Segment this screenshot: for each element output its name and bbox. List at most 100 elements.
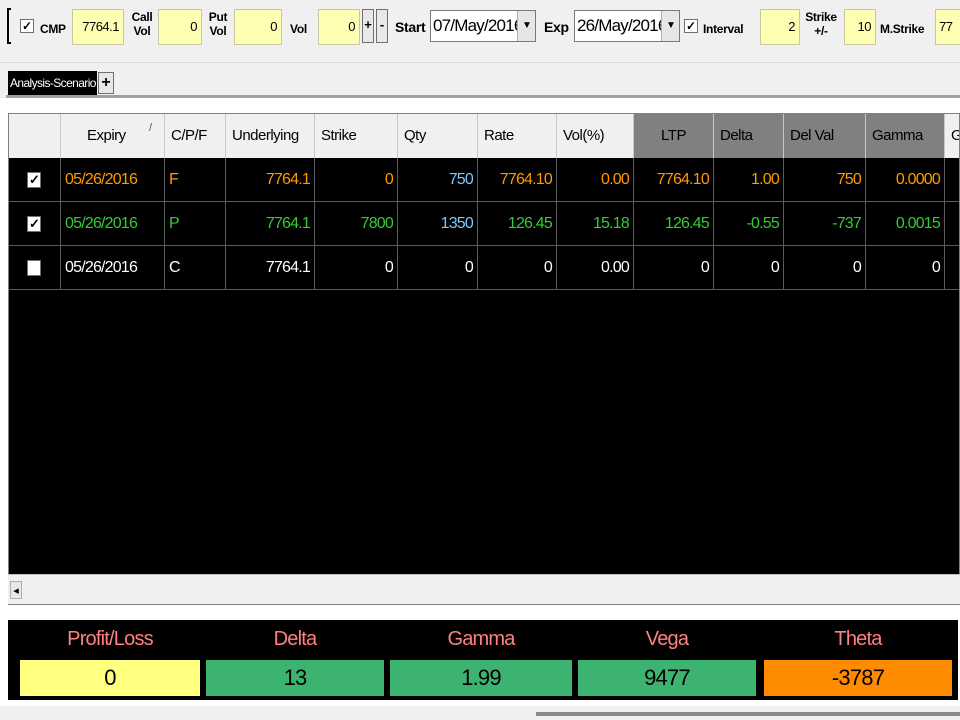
- cell-ltp[interactable]: 0: [634, 246, 714, 290]
- row-select-cell: ✓: [9, 158, 61, 202]
- cmp-input[interactable]: 7764.1: [72, 9, 124, 45]
- horizontal-scrollbar[interactable]: ◂: [8, 574, 960, 604]
- cell-del-val[interactable]: -737: [784, 202, 866, 246]
- chevron-down-icon[interactable]: ▼: [661, 11, 679, 41]
- cell-del-val[interactable]: 0: [784, 246, 866, 290]
- mstrike-input[interactable]: 77: [935, 9, 960, 45]
- cell-qty[interactable]: 1350: [398, 202, 478, 246]
- sort-marker-icon: /: [149, 122, 153, 134]
- tab-analysis-scenario[interactable]: Analysis-Scenario: [8, 71, 97, 95]
- cell-underlying[interactable]: 7764.1: [226, 158, 315, 202]
- table-row[interactable]: ✓ 05/26/2016 F 7764.1 0 750 7764.10 0.00 7764.10…: [9, 158, 959, 202]
- cell-g: [945, 202, 959, 246]
- strike-pm-input[interactable]: 10: [844, 9, 876, 45]
- interval-checkbox[interactable]: ✓: [684, 19, 698, 33]
- row-checkbox[interactable]: ✓: [27, 172, 41, 188]
- grid-header-row: Expiry / C/P/F Underlying Strike Qty Rate Vol(%…: [9, 114, 959, 158]
- put-vol-input[interactable]: 0: [234, 9, 282, 45]
- vol-plus-button[interactable]: +: [362, 9, 374, 43]
- column-header-qty[interactable]: Qty: [398, 114, 478, 158]
- cell-strike[interactable]: 7800: [315, 202, 398, 246]
- start-label: Start: [395, 19, 426, 35]
- cell-delta[interactable]: 1.00: [714, 158, 784, 202]
- summary-header-theta: Theta: [834, 628, 882, 650]
- column-header-rate[interactable]: Rate: [478, 114, 557, 158]
- chevron-down-icon[interactable]: ▼: [517, 11, 535, 41]
- cell-gamma[interactable]: 0: [866, 246, 945, 290]
- column-header-cpf[interactable]: C/P/F: [165, 114, 226, 158]
- cell-rate[interactable]: 7764.10: [478, 158, 557, 202]
- summary-header-delta: Delta: [273, 628, 318, 650]
- row-checkbox[interactable]: ✓: [27, 216, 41, 232]
- cell-g: [945, 158, 959, 202]
- positions-grid: Expiry / C/P/F Underlying Strike Qty Rate Vol(%…: [8, 113, 960, 605]
- cell-vol[interactable]: 15.18: [557, 202, 634, 246]
- cell-ltp[interactable]: 126.45: [634, 202, 714, 246]
- vol-label: Vol: [290, 22, 307, 36]
- vol-input[interactable]: 0: [318, 9, 360, 45]
- cell-delta[interactable]: 0: [714, 246, 784, 290]
- cell-rate[interactable]: 126.45: [478, 202, 557, 246]
- exp-label: Exp: [544, 19, 569, 35]
- start-date-select[interactable]: 07/May/2016 ▼: [430, 10, 536, 42]
- cell-qty[interactable]: 0: [398, 246, 478, 290]
- cell-gamma[interactable]: 0.0000: [866, 158, 945, 202]
- cell-rate[interactable]: 0: [478, 246, 557, 290]
- table-row[interactable]: 05/26/2016 C 7764.1 0 0 0 0.00 0 0 0 0: [9, 246, 959, 290]
- column-header-g[interactable]: G: [945, 114, 959, 158]
- row-checkbox[interactable]: [27, 260, 41, 276]
- cell-strike[interactable]: 0: [315, 246, 398, 290]
- cmp-checkbox[interactable]: ✓: [20, 19, 34, 33]
- cell-vol[interactable]: 0.00: [557, 246, 634, 290]
- start-date-value: 07/May/2016: [433, 16, 523, 35]
- exp-date-select[interactable]: 26/May/2016 ▼: [574, 10, 680, 42]
- summary-value-profit-loss: 0: [20, 660, 200, 696]
- cell-underlying[interactable]: 7764.1: [226, 202, 315, 246]
- cell-cpf[interactable]: P: [165, 202, 226, 246]
- column-header-gamma[interactable]: Gamma: [866, 114, 945, 158]
- mstrike-label: M.Strike: [880, 22, 925, 36]
- cell-delta[interactable]: -0.55: [714, 202, 784, 246]
- cmp-label: CMP: [40, 22, 66, 36]
- cell-cpf[interactable]: C: [165, 246, 226, 290]
- interval-input[interactable]: 2: [760, 9, 800, 45]
- column-header-vol[interactable]: Vol(%): [557, 114, 634, 158]
- strike-pm-label: Strike +/-: [805, 10, 837, 38]
- greeks-summary-panel: Profit/Loss 0 Delta 13 Gamma 1.99 Vega 9477 Thet…: [8, 620, 958, 700]
- column-header-del-val[interactable]: Del Val: [784, 114, 866, 158]
- cell-ltp[interactable]: 7764.10: [634, 158, 714, 202]
- put-vol-label: Put Vol: [208, 10, 228, 38]
- cell-cpf[interactable]: F: [165, 158, 226, 202]
- column-header-ltp[interactable]: LTP: [634, 114, 714, 158]
- summary-value-theta: -3787: [764, 660, 952, 696]
- bottom-divider: [536, 712, 960, 716]
- cell-del-val[interactable]: 750: [784, 158, 866, 202]
- summary-value-delta: 13: [206, 660, 384, 696]
- row-select-cell: [9, 246, 61, 290]
- column-header-select[interactable]: [9, 114, 61, 158]
- call-vol-input[interactable]: 0: [158, 9, 202, 45]
- toolbar-grip: [7, 8, 11, 44]
- summary-value-gamma: 1.99: [390, 660, 572, 696]
- column-header-underlying[interactable]: Underlying: [226, 114, 315, 158]
- row-select-cell: ✓: [9, 202, 61, 246]
- toolbar: ✓ CMP 7764.1 Call Vol 0 Put Vol 0 Vol 0 …: [0, 0, 960, 62]
- vol-minus-button[interactable]: -: [376, 9, 388, 43]
- cell-qty[interactable]: 750: [398, 158, 478, 202]
- cell-expiry[interactable]: 05/26/2016: [61, 202, 165, 246]
- column-header-delta[interactable]: Delta: [714, 114, 784, 158]
- column-header-strike[interactable]: Strike: [315, 114, 398, 158]
- cell-expiry[interactable]: 05/26/2016: [61, 246, 165, 290]
- cell-vol[interactable]: 0.00: [557, 158, 634, 202]
- add-tab-button[interactable]: +: [98, 72, 114, 94]
- cell-gamma[interactable]: 0.0015: [866, 202, 945, 246]
- cell-underlying[interactable]: 7764.1: [226, 246, 315, 290]
- cell-expiry[interactable]: 05/26/2016: [61, 158, 165, 202]
- scroll-left-icon[interactable]: ◂: [10, 581, 22, 599]
- tab-strip: Analysis-Scenario +: [0, 62, 960, 98]
- summary-value-vega: 9477: [578, 660, 756, 696]
- cell-strike[interactable]: 0: [315, 158, 398, 202]
- interval-label: Interval: [703, 22, 744, 36]
- table-row[interactable]: ✓ 05/26/2016 P 7764.1 7800 1350 126.45 15.18 126…: [9, 202, 959, 246]
- summary-header-gamma: Gamma: [447, 628, 515, 650]
